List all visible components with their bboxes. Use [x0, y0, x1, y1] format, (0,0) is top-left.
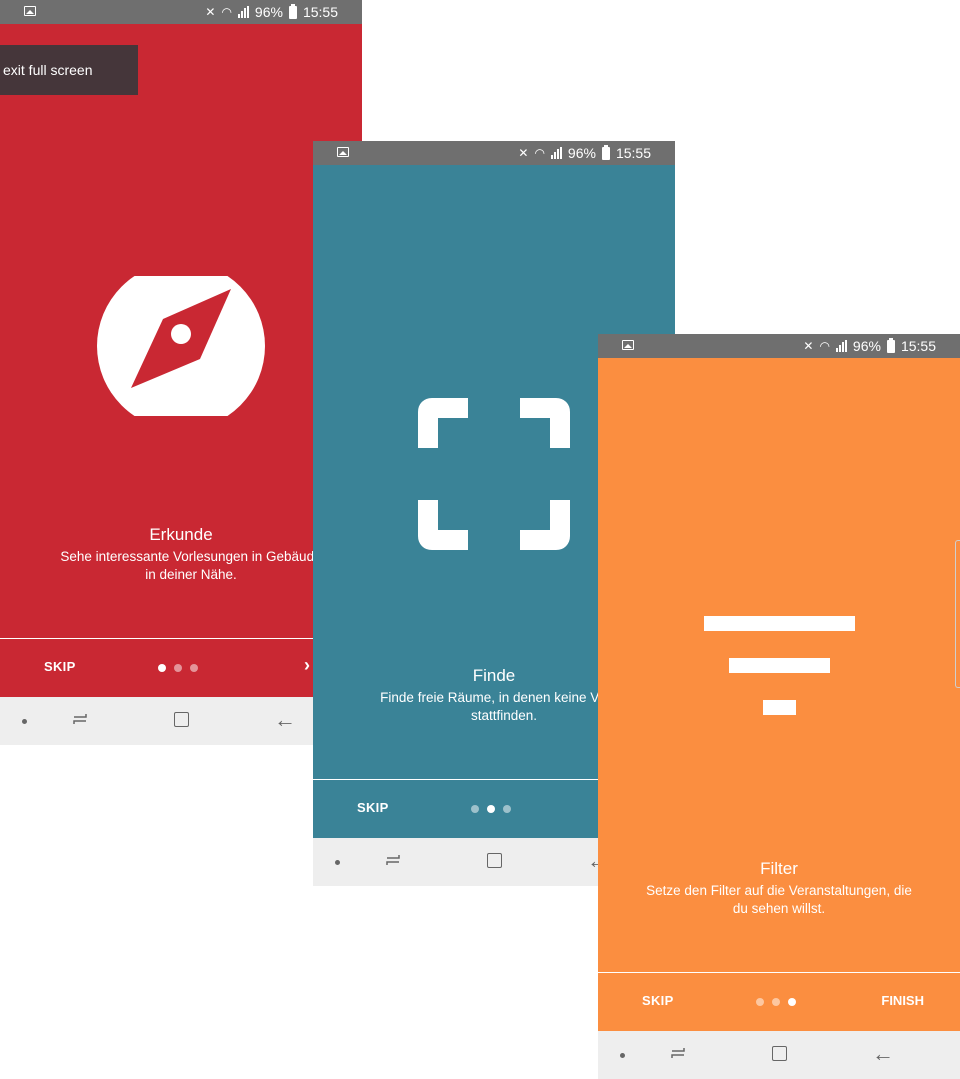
compass-icon: [97, 276, 265, 416]
nav-dot-icon: [620, 1053, 625, 1058]
system-nav-bar: ←: [0, 697, 362, 745]
filter-icon: [704, 616, 855, 715]
slide-title: Filter: [760, 859, 798, 878]
intro-bottom-bar: SKIP FINISH: [598, 973, 960, 1031]
home-icon[interactable]: [772, 1046, 787, 1061]
clock: 15:55: [615, 145, 651, 161]
nav-dot-icon: [22, 719, 27, 724]
clock: 15:55: [302, 4, 338, 20]
nav-dot-icon: [335, 860, 340, 865]
page-dot: [772, 998, 780, 1006]
gallery-icon: [24, 6, 36, 16]
battery-icon: [288, 3, 297, 19]
back-icon[interactable]: ←: [872, 1043, 894, 1065]
intro-slide-explore: Erkunde Sehe interessante Vorlesungen in…: [0, 24, 362, 640]
page-dot: [174, 664, 182, 672]
wifi-icon: ◠: [819, 339, 830, 353]
page-dot: [190, 664, 198, 672]
battery-icon: [601, 144, 610, 160]
gallery-icon: [622, 340, 634, 350]
finish-button[interactable]: FINISH: [881, 993, 924, 1008]
signal-icon: [237, 6, 249, 18]
status-bar: ✕ ◠ 96% 15:55: [0, 0, 362, 24]
home-icon[interactable]: [174, 712, 189, 727]
system-nav-bar: ←: [598, 1031, 960, 1079]
status-bar: ✕ ◠ 96% 15:55: [598, 334, 960, 358]
next-button[interactable]: ›: [304, 655, 310, 676]
skip-button[interactable]: SKIP: [642, 993, 674, 1008]
gallery-icon: [337, 147, 349, 157]
page-dot: [788, 998, 796, 1006]
battery-icon: [886, 337, 895, 353]
recents-icon[interactable]: [670, 1045, 686, 1061]
intro-bottom-bar: SKIP ›: [0, 639, 362, 697]
skip-button[interactable]: SKIP: [44, 659, 76, 674]
battery-percent: 96%: [567, 145, 596, 161]
battery-percent: 96%: [254, 4, 283, 20]
edge-panel-handle[interactable]: [955, 540, 960, 688]
back-icon[interactable]: ←: [274, 709, 296, 731]
page-indicator: [471, 805, 511, 813]
page-dot: [756, 998, 764, 1006]
screenshot-filter: ✕ ◠ 96% 15:55 Filter Setze den Filter au…: [598, 334, 960, 1079]
page-dot: [158, 664, 166, 672]
screenshot-explore: ✕ ◠ 96% 15:55 Erkunde Sehe interessante …: [0, 0, 362, 745]
page-indicator: [756, 998, 796, 1006]
status-bar: ✕ ◠ 96% 15:55: [313, 141, 675, 165]
recents-icon[interactable]: [72, 711, 88, 727]
signal-icon: [550, 147, 562, 159]
page-dot: [503, 805, 511, 813]
scan-frame-icon: [418, 398, 570, 550]
recents-icon[interactable]: [385, 852, 401, 868]
mute-icon: ✕: [518, 146, 529, 160]
signal-icon: [835, 340, 847, 352]
slide-title: Erkunde: [149, 525, 213, 544]
page-dot: [471, 805, 479, 813]
battery-percent: 96%: [852, 338, 881, 354]
home-icon[interactable]: [487, 853, 502, 868]
slide-description: Setze den Filter auf die Veranstaltungen…: [646, 883, 912, 916]
intro-slide-filter: Filter Setze den Filter auf die Veransta…: [598, 358, 960, 974]
mute-icon: ✕: [205, 5, 216, 19]
exit-fullscreen-tooltip[interactable]: exit full screen: [0, 45, 138, 95]
wifi-icon: ◠: [534, 146, 545, 160]
mute-icon: ✕: [803, 339, 814, 353]
skip-button[interactable]: SKIP: [357, 800, 389, 815]
slide-description: Sehe interessante Vorlesungen in Gebäude…: [60, 549, 322, 582]
clock: 15:55: [900, 338, 936, 354]
page-dot: [487, 805, 495, 813]
page-indicator: [158, 664, 198, 672]
wifi-icon: ◠: [221, 5, 232, 19]
